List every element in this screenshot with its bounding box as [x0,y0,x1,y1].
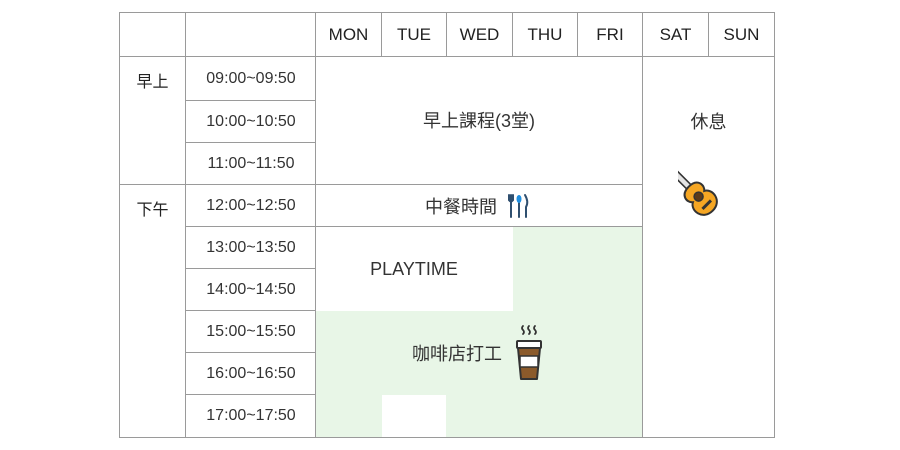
day-header-thu: THU [527,24,563,44]
cafe-label: 咖啡店打工 [412,344,502,364]
time-slot-label: 13:00~13:50 [206,238,296,256]
time-slot-label: 14:00~14:50 [206,280,296,298]
morning-class-block: 早上課程(3堂) [423,111,535,131]
day-header-mon: MON [328,24,369,44]
weekly-schedule-table: MON TUE WED THU FRI SAT SUN 早上 下午 09:00~… [0,0,900,450]
playtime-block: PLAYTIME [370,258,458,279]
day-header-wed: WED [459,24,500,44]
time-slot-label: 12:00~12:50 [206,196,296,214]
lunch-label: 中餐時間 [425,196,497,217]
period-morning-label: 早上 [136,74,169,91]
time-slot-label: 09:00~09:50 [206,69,296,87]
period-afternoon-label: 下午 [136,202,169,219]
time-slot-label: 17:00~17:50 [206,406,296,424]
time-slot-label: 15:00~15:50 [206,322,296,340]
day-header-sun: SUN [723,24,760,44]
time-slot-label: 11:00~11:50 [207,154,295,172]
lunch-block: 中餐時間 [316,185,642,226]
rest-label: 休息 [690,112,727,132]
day-header-fri: FRI [596,24,624,44]
day-header-tue: TUE [397,24,431,44]
fork-spoon-knife-icon [505,192,533,220]
time-slot-label: 10:00~10:50 [206,112,296,130]
day-header-sat: SAT [659,24,692,44]
guitar-icon [660,158,738,220]
time-slot-label: 16:00~16:50 [206,364,296,382]
hot-coffee-cup-icon [512,324,546,382]
cafe-shift-block: 咖啡店打工 [316,318,642,388]
